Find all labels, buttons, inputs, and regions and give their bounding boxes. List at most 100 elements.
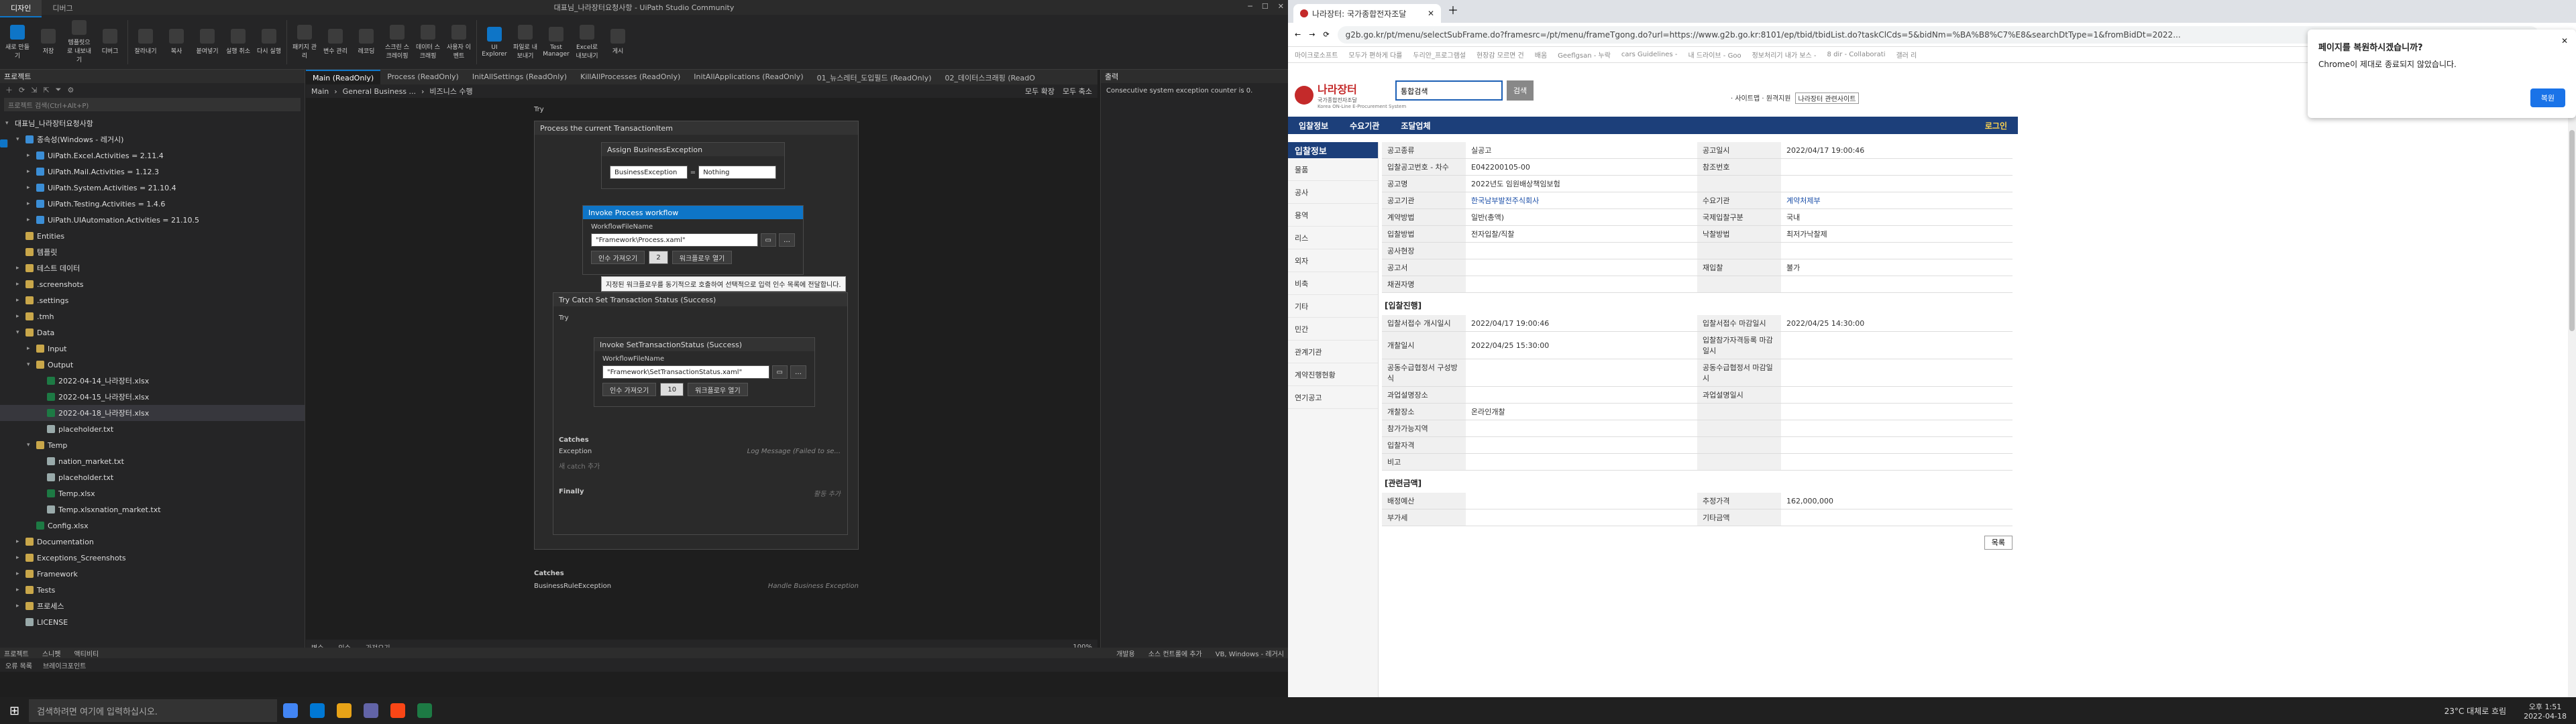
new-tab-icon[interactable]: ＋ bbox=[1441, 0, 1465, 23]
bookmark-item[interactable]: 8 dir - Collaborati bbox=[1827, 51, 1886, 58]
minimize-icon[interactable]: ─ bbox=[1248, 2, 1252, 11]
tree-item[interactable]: LICENSE bbox=[0, 614, 305, 630]
expand-chevron-icon[interactable]: ▾ bbox=[16, 329, 25, 336]
filter-icon[interactable]: ⏷ bbox=[56, 85, 62, 95]
ribbon-button[interactable]: 사용자 이벤트 bbox=[445, 19, 472, 66]
breadcrumb-general[interactable]: General Business ... bbox=[343, 87, 416, 96]
settings-icon[interactable]: ⚙ bbox=[67, 86, 74, 95]
ribbon-button[interactable]: 파일로 내보내기 bbox=[512, 19, 539, 66]
bookmark-item[interactable]: 마이크로소프트 bbox=[1295, 50, 1338, 60]
tree-item[interactable]: Entities bbox=[0, 228, 305, 244]
tree-item[interactable]: ▸ UiPath.System.Activities = 21.10.4 bbox=[0, 180, 305, 196]
tree-item[interactable]: ▸ .screenshots bbox=[0, 276, 305, 292]
sidebar-item[interactable]: 용역 bbox=[1288, 204, 1378, 227]
expand-icon[interactable]: ⇲ bbox=[31, 86, 37, 95]
bookmark-item[interactable]: 두리안_프로그램설 bbox=[1413, 50, 1466, 60]
taskbar-search-input[interactable]: 검색하려면 여기에 입력하십시오. bbox=[29, 699, 278, 722]
sidebar-item[interactable]: 외자 bbox=[1288, 249, 1378, 272]
ribbon-button[interactable]: Test Manager bbox=[543, 19, 570, 66]
collapse-all-link[interactable]: 모두 축소 bbox=[1063, 86, 1092, 97]
ribbon-button[interactable]: 디버그 bbox=[97, 19, 123, 66]
scroll-thumb[interactable] bbox=[2569, 130, 2575, 331]
expand-chevron-icon[interactable]: ▾ bbox=[16, 136, 25, 143]
close-icon[interactable]: ✕ bbox=[1278, 2, 1284, 11]
breakpoints-tab[interactable]: 브레이크포인트 bbox=[43, 660, 86, 670]
import-args-button[interactable]: 인수 가져오기 bbox=[602, 383, 657, 396]
tree-item[interactable]: ▸ .settings bbox=[0, 292, 305, 308]
add-activity-hint[interactable]: 활동 추가 bbox=[814, 488, 841, 498]
ribbon-button[interactable]: 복사 bbox=[163, 19, 190, 66]
expand-chevron-icon[interactable]: ▸ bbox=[16, 538, 25, 545]
sitemap-links[interactable]: · 사이트맵 · 원격지원 bbox=[1731, 93, 1791, 104]
tab-debug[interactable]: 디버그 bbox=[42, 0, 83, 17]
ribbon-button[interactable]: Excel로 내보내기 bbox=[574, 19, 600, 66]
tree-item[interactable]: ▾ 종속성(Windows - 레거시) bbox=[0, 131, 305, 147]
tree-item[interactable]: Temp.xlsx bbox=[0, 485, 305, 501]
reload-icon[interactable]: ⟳ bbox=[1323, 30, 1329, 39]
tree-item[interactable]: 2022-04-15_나라장터.xlsx bbox=[0, 389, 305, 405]
clock[interactable]: 오후 1:51 2022-04-18 bbox=[2514, 701, 2576, 721]
tree-item[interactable]: ▸ 테스트 데이터 bbox=[0, 260, 305, 276]
document-tab[interactable]: 01_뉴스레터_도입필드 (ReadOnly) bbox=[810, 70, 938, 84]
expand-chevron-icon[interactable]: ▸ bbox=[27, 200, 36, 207]
forward-icon[interactable]: → bbox=[1309, 30, 1315, 39]
sidebar-item[interactable]: 관계기관 bbox=[1288, 341, 1378, 363]
bookmark-item[interactable]: cars Guidelines - bbox=[1621, 51, 1678, 58]
uipath-taskbar-icon[interactable] bbox=[390, 703, 406, 718]
status-devenv[interactable]: 개발용 bbox=[1116, 648, 1135, 658]
sidebar-item[interactable]: 공사 bbox=[1288, 181, 1378, 204]
tree-item[interactable]: ▸ UiPath.Excel.Activities = 2.11.4 bbox=[0, 147, 305, 164]
expand-all-link[interactable]: 모두 확장 bbox=[1025, 86, 1055, 97]
ribbon-button[interactable]: 저장 bbox=[35, 19, 62, 66]
list-button[interactable]: 목록 bbox=[1984, 536, 2012, 550]
ribbon-button[interactable]: 패키지 관리 bbox=[291, 19, 318, 66]
collapse-icon[interactable]: ⇱ bbox=[43, 86, 49, 95]
ribbon-button[interactable]: 템플릿으로 내보내기 bbox=[66, 19, 93, 66]
edge-taskbar-icon[interactable] bbox=[310, 703, 325, 718]
ribbon-button[interactable]: 레코딩 bbox=[353, 19, 380, 66]
expand-chevron-icon[interactable]: ▸ bbox=[16, 570, 25, 577]
add-catch-link[interactable]: 새 catch 추가 bbox=[559, 461, 841, 471]
sidebar-item[interactable]: 연기공고 bbox=[1288, 386, 1378, 409]
folder-icon[interactable]: ▭ bbox=[771, 365, 788, 379]
tree-item[interactable]: placeholder.txt bbox=[0, 469, 305, 485]
bottom-tab-activities[interactable]: 액티비티 bbox=[74, 648, 99, 658]
expand-chevron-icon[interactable]: ▸ bbox=[16, 281, 25, 288]
open-workflow-button[interactable]: 워크플로우 열기 bbox=[672, 251, 733, 264]
tree-item[interactable]: 2022-04-18_나라장터.xlsx bbox=[0, 405, 305, 421]
bookmark-item[interactable]: Geeflgsan - 누락 bbox=[1558, 50, 1611, 60]
g2b-logo[interactable]: 나라장터 국가종합전자조달 Korea ON-Line E-Procuremen… bbox=[1295, 80, 1406, 109]
bookmark-item[interactable]: 갤러 리 bbox=[1896, 50, 1917, 60]
sidebar-item[interactable]: 물품 bbox=[1288, 158, 1378, 181]
tree-item[interactable]: ▸ 프로세스 bbox=[0, 598, 305, 614]
teams-taskbar-icon[interactable] bbox=[364, 703, 379, 718]
sidebar-item[interactable]: 민간 bbox=[1288, 318, 1378, 341]
windows-start-icon[interactable]: ⊞ bbox=[0, 704, 29, 718]
assign-left-field[interactable]: BusinessException bbox=[610, 166, 688, 179]
bottom-tab-snippets[interactable]: 스니펫 bbox=[42, 648, 61, 658]
refresh-icon[interactable]: ⟳ bbox=[19, 86, 25, 95]
sidebar-item[interactable]: 계약진행현황 bbox=[1288, 363, 1378, 386]
tree-item[interactable]: ▸ Input bbox=[0, 341, 305, 357]
workflow-filename-input[interactable]: "Framework\SetTransactionStatus.xaml" bbox=[602, 365, 769, 379]
page-scrollbar[interactable] bbox=[2568, 63, 2576, 697]
expand-chevron-icon[interactable]: ▾ bbox=[27, 442, 36, 448]
nav-supplier[interactable]: 조달업체 bbox=[1390, 120, 1441, 131]
bookmark-item[interactable]: 현장감 모르면 건 bbox=[1477, 50, 1524, 60]
expand-chevron-icon[interactable]: ▸ bbox=[27, 217, 36, 223]
expand-chevron-icon[interactable]: ▸ bbox=[27, 345, 36, 352]
folder-icon[interactable]: ▭ bbox=[760, 233, 776, 247]
invoke-process-activity[interactable]: Invoke Process workflow WorkflowFileName… bbox=[582, 205, 804, 275]
assign-right-field[interactable]: Nothing bbox=[698, 166, 776, 179]
ribbon-button[interactable]: UI Explorer bbox=[481, 19, 508, 66]
error-list-tab[interactable]: 오류 목록 bbox=[5, 660, 32, 670]
status-source-control[interactable]: 소스 컨트롤에 추가 bbox=[1148, 648, 1202, 658]
nav-demand-agency[interactable]: 수요기관 bbox=[1339, 120, 1390, 131]
add-icon[interactable]: ＋ bbox=[5, 84, 13, 95]
bookmark-item[interactable]: 배움 bbox=[1535, 50, 1547, 60]
back-icon[interactable]: ← bbox=[1295, 30, 1301, 39]
weather-widget[interactable]: 23°C 대체로 흐림 bbox=[2436, 705, 2514, 717]
tree-item[interactable]: ▸ .tmh bbox=[0, 308, 305, 324]
expand-chevron-icon[interactable]: ▸ bbox=[27, 184, 36, 191]
ribbon-button[interactable]: 스크린 스크레이핑 bbox=[384, 19, 411, 66]
